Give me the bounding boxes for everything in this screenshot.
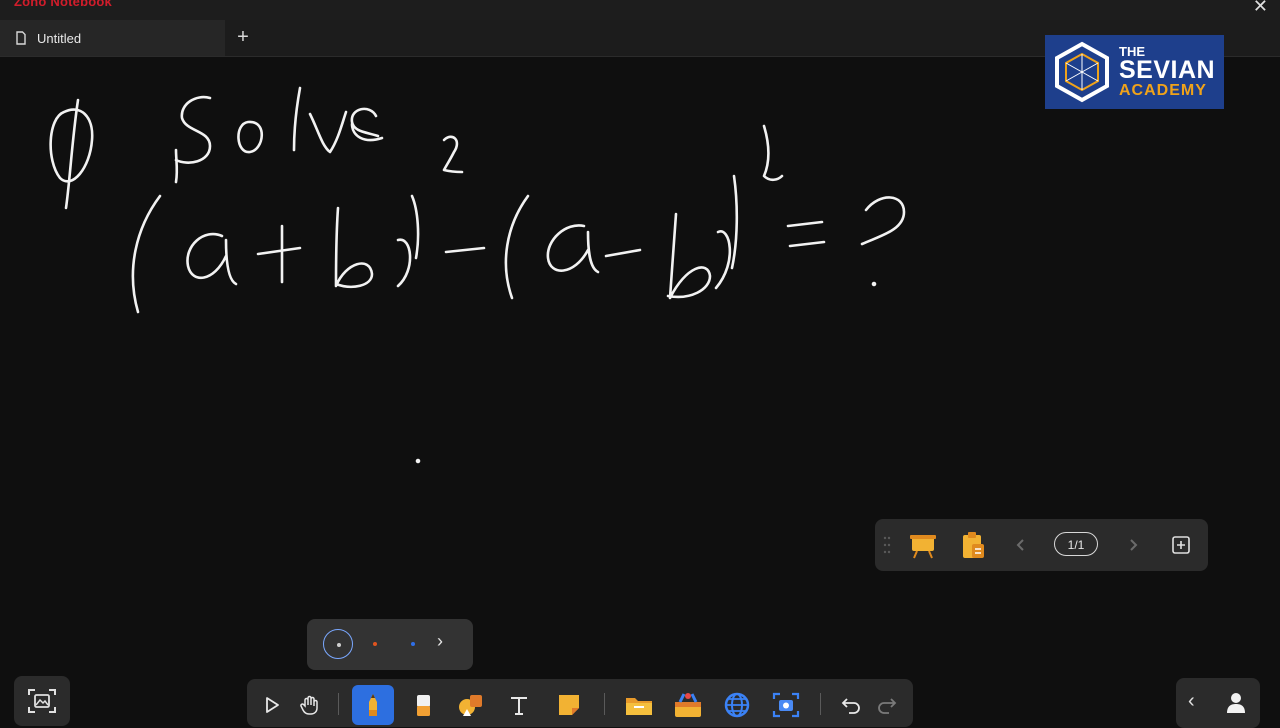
pen-icon <box>369 694 377 716</box>
page-count[interactable]: 1/1 <box>1054 532 1098 556</box>
toolbar-separator <box>820 693 821 715</box>
previous-page-button[interactable] <box>1005 529 1037 561</box>
toolbar-separator <box>604 693 605 715</box>
screenshot-icon <box>772 692 800 718</box>
browser-tool[interactable] <box>716 685 758 725</box>
tab-label: Untitled <box>37 30 82 46</box>
close-window-button[interactable]: ✕ <box>1253 0 1268 17</box>
next-page-button[interactable] <box>1117 529 1149 561</box>
chevron-right-icon <box>1130 539 1138 551</box>
whiteboard-canvas[interactable] <box>0 57 1280 720</box>
page-panel: 1/1 <box>875 519 1208 571</box>
hand-tool[interactable] <box>289 685 331 725</box>
browser-icon <box>724 692 750 718</box>
text-tool[interactable] <box>498 685 540 725</box>
logo-line-3: ACADEMY <box>1119 82 1207 99</box>
user-panel: ‹ <box>1176 678 1260 728</box>
toolbox-tool[interactable] <box>667 685 709 725</box>
text-icon <box>511 697 527 715</box>
watermark-text: Zoho Notebook <box>14 0 112 9</box>
folder-tool[interactable] <box>618 685 660 725</box>
toolbar-separator <box>338 693 339 715</box>
shapes-icon <box>459 695 482 716</box>
color-swatch-blue[interactable] <box>398 629 428 659</box>
pen-color-popup: › <box>307 619 473 670</box>
select-icon <box>266 697 279 713</box>
pen-tool[interactable] <box>352 685 394 725</box>
screenshot-tool[interactable] <box>765 685 807 725</box>
eraser-tool[interactable] <box>402 685 444 725</box>
select-tool[interactable] <box>251 685 293 725</box>
add-page-button[interactable] <box>1165 529 1197 561</box>
redo-button[interactable] <box>866 685 908 725</box>
user-avatar-icon[interactable] <box>1224 690 1248 714</box>
shapes-tool[interactable] <box>450 685 492 725</box>
folder-icon <box>626 698 652 715</box>
easel-icon <box>910 535 936 559</box>
document-icon <box>16 31 26 45</box>
chevron-left-icon <box>1016 539 1024 551</box>
logo-line-2: SEVIAN <box>1119 56 1216 84</box>
clipboard-button[interactable] <box>957 529 989 561</box>
handwriting-strokes <box>49 86 906 464</box>
more-colors-button[interactable]: › <box>437 631 443 652</box>
sticky-note-icon <box>559 695 579 715</box>
undo-icon <box>841 698 860 714</box>
toolbox-icon <box>675 693 701 717</box>
academy-logo: THE SEVIAN ACADEMY <box>1045 35 1224 109</box>
color-swatch-orange[interactable] <box>360 629 390 659</box>
presentation-button[interactable] <box>907 529 939 561</box>
sticky-note-tool[interactable] <box>548 685 590 725</box>
canvas-view-button[interactable] <box>14 676 70 726</box>
eraser-icon <box>417 695 430 716</box>
drag-handle-icon[interactable] <box>883 535 891 555</box>
hand-icon <box>300 695 318 715</box>
clipboard-icon <box>963 532 984 558</box>
new-tab-button[interactable]: + <box>232 24 254 50</box>
color-swatch-black[interactable] <box>323 629 353 659</box>
image-frame-icon <box>28 689 56 713</box>
add-page-icon <box>1172 536 1190 554</box>
collapse-button[interactable]: ‹ <box>1188 690 1195 713</box>
title-strip: Zoho Notebook ✕ <box>0 0 1280 20</box>
hexagon-logo-icon <box>1055 41 1109 103</box>
redo-icon <box>878 698 897 714</box>
tab-untitled[interactable]: Untitled <box>0 20 225 56</box>
